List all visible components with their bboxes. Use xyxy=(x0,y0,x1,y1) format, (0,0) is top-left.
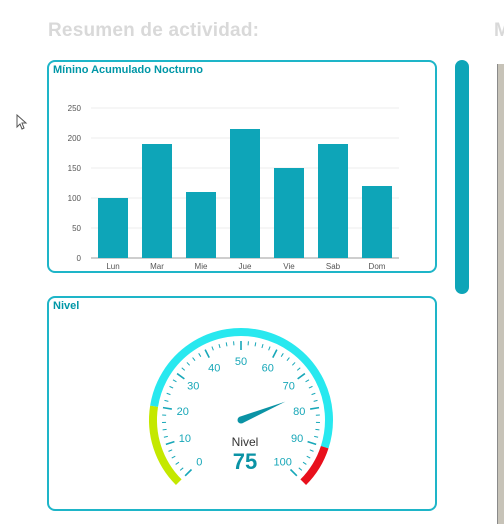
gauge-tick xyxy=(309,449,314,452)
gauge-band xyxy=(300,445,329,486)
gauge-tick xyxy=(169,385,174,389)
gauge-tick xyxy=(289,468,298,477)
gauge-tick xyxy=(310,406,320,410)
gauge-tick xyxy=(181,367,186,371)
x-tick-label: Sab xyxy=(326,262,341,271)
gauge-tick xyxy=(311,392,316,396)
x-tick-label: Lun xyxy=(106,262,119,271)
gauge-needle xyxy=(239,401,286,424)
nivel-gauge: 0 10 20 30 40 50 60 70 80 90 100 Nivel75 xyxy=(149,328,333,486)
gauge-tick xyxy=(186,362,191,366)
bar-chart-card: Mínino Acumulado Nocturno 0 50 100 150 200 25… xyxy=(47,60,437,273)
gauge-tick xyxy=(179,467,184,471)
gauge-tick xyxy=(162,406,172,410)
gauge-tick-label: 20 xyxy=(177,406,189,418)
gauge-hub xyxy=(237,416,245,424)
gauge-card: Nivel 0 10 20 30 40 50 60 70 80 90 100 Nivel 75 xyxy=(47,296,437,511)
gauge-tick xyxy=(171,455,176,459)
bar xyxy=(142,144,172,258)
gauge-tick xyxy=(254,342,257,347)
bar-chart: 0 50 100 150 200 250 Lun Mar Mie Jue Vie Sab Dom xyxy=(68,104,399,271)
bar xyxy=(362,186,392,258)
gauge-tick xyxy=(198,353,202,357)
gauge-tick-label: 0 xyxy=(196,457,202,469)
gauge-tick xyxy=(280,353,284,357)
bar xyxy=(274,168,304,258)
gauge-tick xyxy=(176,372,185,380)
gauge-tick xyxy=(305,379,310,383)
gauge-tick-label: 40 xyxy=(208,362,220,374)
gauge-tick xyxy=(225,342,228,347)
bar xyxy=(318,144,348,258)
gauge-tick xyxy=(302,461,307,465)
gauge-tick xyxy=(268,346,271,351)
y-tick-label: 0 xyxy=(77,254,82,263)
gauge-tick xyxy=(184,468,193,477)
y-tick-label: 150 xyxy=(68,164,82,173)
y-tick-label: 250 xyxy=(68,104,82,113)
y-tick-label: 200 xyxy=(68,134,82,143)
gauge-tick-label: 90 xyxy=(291,433,303,445)
gauge-tick xyxy=(315,428,320,431)
gauge-tick xyxy=(172,379,177,383)
x-tick-label: Jue xyxy=(239,262,252,271)
x-tick-label: Mie xyxy=(195,262,208,271)
x-tick-label: Dom xyxy=(369,262,386,271)
gauge-tick xyxy=(314,435,319,438)
gauge-tick xyxy=(204,349,210,358)
gauge-tick xyxy=(218,343,221,349)
gauge-tick xyxy=(297,372,306,380)
gauge-tick xyxy=(163,435,168,438)
mouse-pointer-icon xyxy=(16,114,28,130)
gauge-tick xyxy=(308,385,313,389)
y-tick-label: 100 xyxy=(68,194,82,203)
gauge-tick xyxy=(291,362,296,366)
bar xyxy=(98,198,128,258)
gauge-tick-label: 100 xyxy=(274,457,292,469)
bar xyxy=(186,192,216,258)
gauge-tick-label: 70 xyxy=(283,380,295,392)
gauge-value-label: Nivel xyxy=(232,435,259,449)
gauge-tick xyxy=(175,461,180,465)
gauge-tick xyxy=(286,357,290,362)
x-tick-label: Vie xyxy=(283,262,295,271)
gauge-tick-label: 60 xyxy=(262,362,274,374)
page-title: Resumen de actividad: xyxy=(48,20,260,41)
gauge-value: 75 xyxy=(233,449,257,474)
gauge-tick xyxy=(166,392,171,396)
gauge-tick-label: 50 xyxy=(235,356,247,368)
gauge-tick xyxy=(296,367,301,371)
gauge-tick xyxy=(211,346,214,351)
gauge-tick xyxy=(192,357,196,362)
gauge-tick xyxy=(298,467,303,471)
gauge-tick xyxy=(164,399,169,402)
gauge-tick xyxy=(272,349,278,358)
bar xyxy=(230,129,260,258)
gauge-tick xyxy=(162,428,167,431)
next-section-title-fragment: M xyxy=(494,20,504,41)
side-panel-edge xyxy=(497,64,504,524)
gauge-tick xyxy=(306,455,311,459)
gauge-tick xyxy=(313,399,318,402)
gauge-tick xyxy=(261,343,264,349)
gauge-tick-label: 30 xyxy=(187,380,199,392)
gauge-tick xyxy=(307,440,317,446)
gauge-tick-label: 80 xyxy=(293,406,305,418)
gauge-tick xyxy=(168,449,173,452)
gauge-tick-label: 10 xyxy=(179,433,191,445)
gauge-tick xyxy=(165,440,175,446)
y-tick-label: 50 xyxy=(72,224,81,233)
vertical-scrollbar[interactable] xyxy=(455,60,469,294)
x-tick-label: Mar xyxy=(150,262,164,271)
